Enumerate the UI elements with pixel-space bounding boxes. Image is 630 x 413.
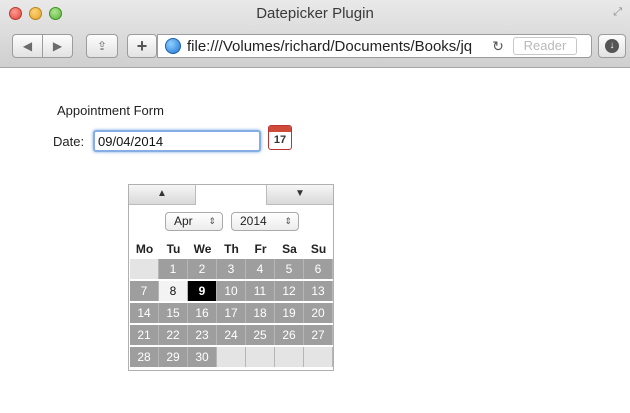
plus-icon: +	[136, 35, 148, 56]
day-cell-empty	[246, 347, 275, 367]
add-bookmark-button[interactable]: +	[127, 34, 157, 58]
day-cell-empty	[130, 259, 159, 279]
day-cell-empty	[304, 347, 333, 367]
share-button[interactable]: ⇪	[86, 34, 118, 58]
weekday-label: Sa	[282, 242, 297, 256]
window-title: Datepicker Plugin	[256, 5, 374, 22]
day-cell[interactable]: 22	[159, 325, 188, 345]
day-cell[interactable]: 17	[217, 303, 246, 323]
day-cell[interactable]: 18	[246, 303, 275, 323]
day-cell[interactable]: 7	[130, 281, 159, 301]
day-cell[interactable]: 21	[130, 325, 159, 345]
month-select[interactable]: Apr ⇕	[165, 212, 223, 231]
share-icon: ⇪	[96, 39, 108, 53]
day-cell-selected[interactable]: 9	[188, 281, 217, 301]
day-cell[interactable]: 28	[130, 347, 159, 367]
day-cell[interactable]: 2	[188, 259, 217, 279]
select-arrows-icon: ⇕	[208, 216, 216, 226]
weekday-header: Mo Tu We Th Fr Sa Su	[130, 242, 333, 259]
select-arrows-icon: ⇕	[284, 216, 292, 226]
weekday-label: Su	[310, 242, 327, 256]
day-cell[interactable]: 4	[246, 259, 275, 279]
reader-button[interactable]: Reader	[513, 37, 577, 55]
day-cell[interactable]: 11	[246, 281, 275, 301]
day-cell-empty	[275, 347, 304, 367]
day-cell[interactable]: 1	[159, 259, 188, 279]
week-row: 7 8 9 10 11 12 13	[130, 281, 333, 303]
day-cell-today[interactable]: 8	[159, 281, 188, 301]
weekday-label: Tu	[166, 242, 181, 256]
reload-icon[interactable]: ↻	[489, 38, 507, 55]
day-cell[interactable]: 3	[217, 259, 246, 279]
next-month-button[interactable]: ▼	[266, 185, 333, 205]
week-row: 28 29 30	[130, 347, 333, 369]
datepicker-nav: ▲ ▼	[129, 185, 333, 205]
day-cell[interactable]: 16	[188, 303, 217, 323]
calendar-icon-day: 17	[273, 134, 287, 146]
day-cell[interactable]: 13	[304, 281, 333, 301]
day-cell[interactable]: 12	[275, 281, 304, 301]
day-cell[interactable]: 14	[130, 303, 159, 323]
day-cell[interactable]: 6	[304, 259, 333, 279]
url-text[interactable]: file:///Volumes/richard/Documents/Books/…	[187, 38, 485, 55]
day-cell[interactable]: 30	[188, 347, 217, 367]
calendar-icon[interactable]: 17	[268, 125, 292, 150]
weekday-label: We	[193, 242, 212, 256]
day-cell[interactable]: 15	[159, 303, 188, 323]
day-cell[interactable]: 20	[304, 303, 333, 323]
globe-icon	[165, 38, 181, 54]
year-select[interactable]: 2014 ⇕	[231, 212, 299, 231]
weekday-label: Fr	[254, 242, 267, 256]
day-cell-empty	[217, 347, 246, 367]
day-cell[interactable]: 27	[304, 325, 333, 345]
prev-month-button[interactable]: ▲	[129, 185, 196, 205]
day-cell[interactable]: 24	[217, 325, 246, 345]
day-cell[interactable]: 23	[188, 325, 217, 345]
date-input[interactable]	[93, 130, 261, 152]
forward-arrow-icon: ▶	[52, 39, 63, 53]
forward-button[interactable]: ▶	[42, 34, 73, 58]
week-row: 14 15 16 17 18 19 20	[130, 303, 333, 325]
day-cell[interactable]: 26	[275, 325, 304, 345]
week-row: 21 22 23 24 25 26 27	[130, 325, 333, 347]
download-button[interactable]: ↓	[598, 34, 626, 58]
year-value: 2014	[240, 214, 267, 228]
datepicker: ▲ ▼ Apr ⇕ 2014 ⇕ Mo Tu We Th Fr Sa Su 123456 7…	[128, 184, 334, 371]
calendar-grid: Mo Tu We Th Fr Sa Su 123456 7 8 9 10 11 12 13 14 15 16…	[130, 242, 333, 369]
form-title: Appointment Form	[57, 103, 164, 118]
day-cell[interactable]: 29	[159, 347, 188, 367]
browser-toolbar: Datepicker Plugin ⤢ ◀ ▶ ⇪ + file:///Volu…	[0, 0, 630, 68]
day-cell[interactable]: 10	[217, 281, 246, 301]
back-button[interactable]: ◀	[12, 34, 43, 58]
week-row: 123456	[130, 259, 333, 281]
weekday-label: Th	[224, 242, 239, 256]
weekday-label: Mo	[135, 242, 154, 256]
fullscreen-icon[interactable]: ⤢	[613, 6, 622, 19]
address-bar[interactable]: file:///Volumes/richard/Documents/Books/…	[157, 34, 592, 58]
month-value: Apr	[174, 214, 193, 228]
download-icon: ↓	[605, 39, 619, 53]
back-arrow-icon: ◀	[22, 39, 33, 53]
day-cell[interactable]: 25	[246, 325, 275, 345]
day-cell[interactable]: 5	[275, 259, 304, 279]
day-cell[interactable]: 19	[275, 303, 304, 323]
date-label: Date:	[53, 134, 85, 149]
